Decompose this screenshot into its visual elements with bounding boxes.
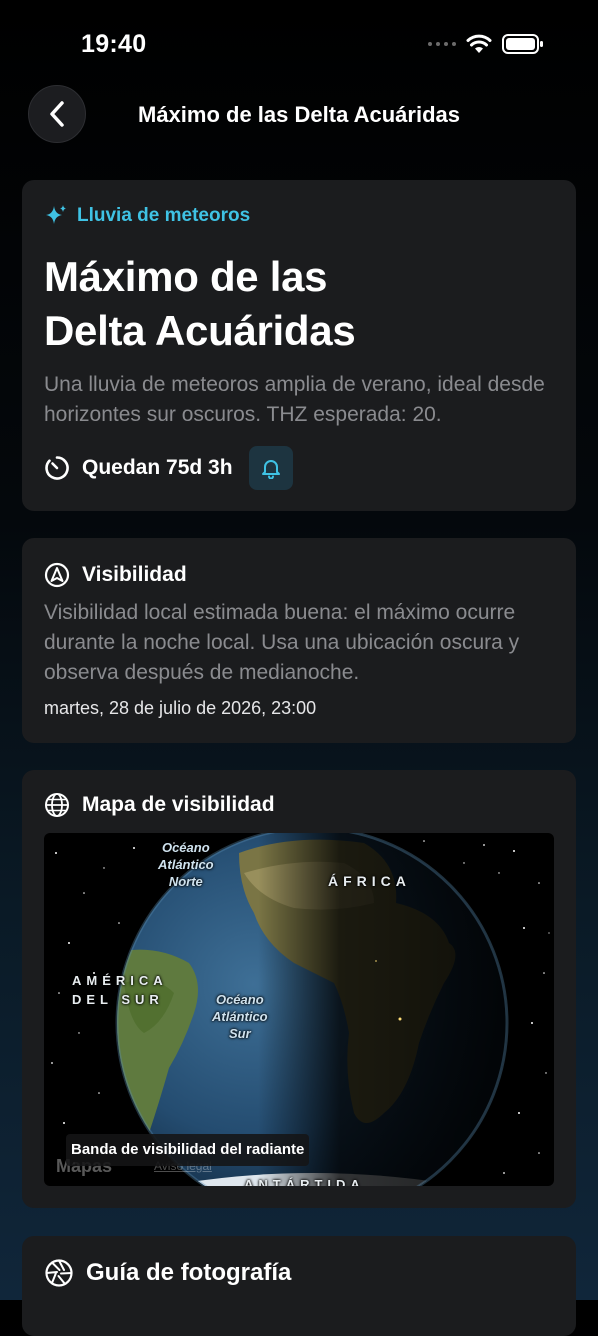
bell-icon [261,460,280,479]
map-header: Mapa de visibilidad [44,792,275,818]
nav-title: Máximo de las Delta Acuáridas [138,102,460,127]
photo-guide-heading: Guía de fotografía [86,1259,292,1286]
category-tag: Lluvia de meteoros [44,204,250,228]
map-label-north-atlantic: Océano Atlántico Norte [158,840,214,889]
status-icons [428,34,544,54]
map-label-south-america: AMÉRICA DEL SUR [72,973,168,1007]
map-label-antarctica: ANTÁRTIDA [244,1177,365,1186]
countdown-row: Quedan 75d 3h [44,446,293,490]
visibility-map[interactable]: Océano Atlántico Norte ÁFRICA AMÉRICA DE… [44,833,554,1186]
reminder-bell-button[interactable] [248,446,293,490]
wifi-icon [466,34,492,53]
photo-guide-card[interactable]: Guía de fotografía [22,1236,576,1336]
location-arrow-icon [44,562,70,588]
visibility-text: Visibilidad local estimada buena: el máx… [44,601,520,684]
cellular-signal-icon [428,42,456,46]
visibility-card: Visibilidad Visibilidad local estimada b… [22,538,576,743]
status-time: 19:40 [81,30,147,58]
visibility-map-card: Mapa de visibilidad Océano Atlántico Nor… [22,770,576,1208]
visibility-header: Visibilidad [44,562,187,588]
sparkle-icon [46,205,66,224]
event-title: Máximo de las Delta Acuáridas [44,250,544,358]
map-label-south-atlantic: Océano Atlántico Sur [212,992,268,1041]
visibility-datetime: martes, 28 de julio de 2026, 23:00 [44,698,317,718]
globe-icon [45,793,69,817]
map-label-africa: ÁFRICA [328,873,411,889]
event-title-line1: Máximo de las [44,253,328,300]
timer-icon [45,456,69,480]
map-caption: Banda de visibilidad del radiante [66,1134,310,1166]
countdown-text: Quedan 75d 3h [82,456,233,479]
photo-guide-header: Guía de fotografía [44,1258,291,1288]
status-bar: 19:40 [0,0,598,88]
camera-aperture-icon [45,1259,73,1287]
battery-icon [502,34,543,54]
event-description: Una lluvia de meteoros amplia de verano,… [44,373,545,426]
event-card: Lluvia de meteoros Máximo de las Delta A… [22,180,576,511]
visibility-heading: Visibilidad [82,563,187,586]
navigation-bar: Máximo de las Delta Acuáridas [0,85,598,145]
map-heading: Mapa de visibilidad [82,793,275,816]
event-title-line2: Delta Acuáridas [44,307,356,354]
category-label: Lluvia de meteoros [77,205,251,226]
